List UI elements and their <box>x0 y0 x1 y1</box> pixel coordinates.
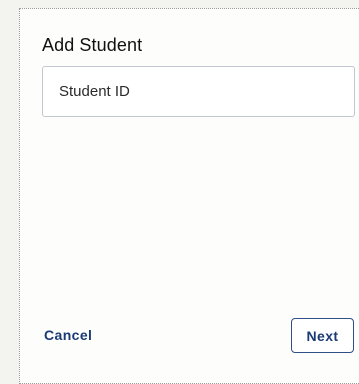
next-button[interactable]: Next <box>291 318 354 353</box>
dialog-title: Add Student <box>42 35 143 55</box>
cancel-button[interactable]: Cancel <box>44 327 92 343</box>
add-student-dialog: Add Student Cancel Next <box>19 8 359 384</box>
student-id-input[interactable] <box>42 66 355 117</box>
